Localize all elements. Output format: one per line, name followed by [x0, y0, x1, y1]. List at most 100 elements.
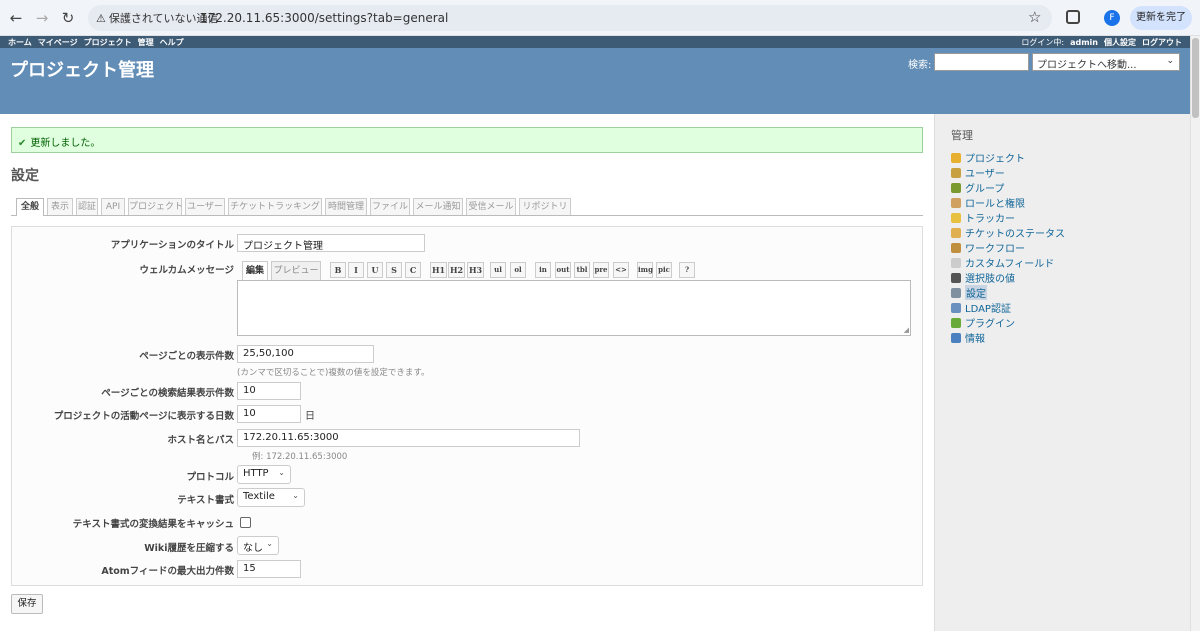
host-label: ホスト名とパス	[167, 435, 234, 446]
save-button[interactable]: 保存	[11, 594, 43, 614]
sidebar-item[interactable]: ユーザー	[951, 165, 1065, 180]
sidebar-item[interactable]: 設定	[951, 285, 1065, 300]
search-per-page-input[interactable]: 10	[237, 382, 301, 400]
settings-tab[interactable]: ユーザー	[185, 198, 225, 215]
h2-icon[interactable]: H2	[448, 262, 465, 278]
h1-icon[interactable]: H1	[430, 262, 447, 278]
sidebar-item[interactable]: ロールと権限	[951, 195, 1065, 210]
table-icon[interactable]: tbl	[574, 262, 590, 278]
sidebar-item[interactable]: グループ	[951, 180, 1065, 195]
sidebar-item-icon	[951, 212, 961, 223]
app-title-input[interactable]: プロジェクト管理	[237, 234, 425, 252]
settings-tab[interactable]: 認証	[76, 198, 98, 215]
menu-help[interactable]: ヘルプ	[160, 38, 184, 47]
indent-icon[interactable]: in	[535, 262, 551, 278]
page-scrollbar[interactable]	[1190, 36, 1200, 631]
days-unit: 日	[305, 411, 315, 422]
sidebar-item[interactable]: カスタムフィールド	[951, 255, 1065, 270]
image-icon[interactable]: img	[637, 262, 653, 278]
address-bar[interactable]: ⚠ 保護されていない通信 172.20.11.65:3000/settings?t…	[88, 5, 1052, 31]
host-input[interactable]: 172.20.11.65:3000	[237, 429, 580, 447]
link-icon[interactable]: <>	[613, 262, 629, 278]
bold-icon[interactable]: B	[330, 262, 346, 278]
outdent-icon[interactable]: out	[555, 262, 571, 278]
settings-tab[interactable]: 表示	[47, 198, 73, 215]
menu-logout[interactable]: ログアウト	[1142, 38, 1182, 47]
settings-tab[interactable]: リポジトリ	[519, 198, 571, 215]
settings-tab[interactable]: 時間管理	[325, 198, 367, 215]
sidebar-item-label: トラッカー	[965, 214, 1015, 225]
underline-icon[interactable]: U	[367, 262, 383, 278]
back-icon[interactable]: ←	[7, 9, 25, 27]
chevron-down-icon: ⌄	[292, 491, 299, 500]
sidebar-title: 管理	[951, 129, 973, 142]
text-format-select[interactable]: Textile ⌄	[237, 488, 305, 507]
atom-input[interactable]: 15	[237, 560, 301, 578]
settings-tab[interactable]: メール通知	[413, 198, 463, 215]
reload-icon[interactable]: ↻	[59, 9, 77, 27]
sidebar-item-label: 情報	[965, 334, 985, 345]
tab-edit[interactable]: 編集	[242, 261, 268, 280]
picture-icon[interactable]: pic	[656, 262, 672, 278]
logged-in-label: ログイン中:	[1021, 38, 1065, 47]
protocol-select[interactable]: HTTP ⌄	[237, 465, 291, 484]
ol-icon[interactable]: ol	[510, 262, 526, 278]
settings-tab[interactable]: プロジェクト	[128, 198, 183, 215]
welcome-textarea[interactable]: ◢	[237, 280, 911, 336]
sidebar-item[interactable]: プロジェクト	[951, 150, 1065, 165]
forward-icon[interactable]: →	[33, 9, 51, 27]
sidebar-item-icon	[951, 242, 961, 253]
sidebar-item-label: プロジェクト	[965, 154, 1025, 165]
search-input[interactable]	[934, 53, 1029, 71]
sidebar-item-icon	[951, 287, 961, 298]
menu-my-page[interactable]: マイページ	[38, 38, 78, 47]
url-text[interactable]: 172.20.11.65:3000/settings?tab=general	[200, 11, 448, 25]
italic-icon[interactable]: I	[348, 262, 364, 278]
sidebar-item-label: プラグイン	[965, 319, 1015, 330]
activity-days-input[interactable]: 10	[237, 405, 301, 423]
settings-tab[interactable]: API	[101, 198, 125, 215]
sidebar-item-label: 選択肢の値	[965, 274, 1015, 285]
code-icon[interactable]: C	[405, 262, 421, 278]
sidebar-item[interactable]: チケットのステータス	[951, 225, 1065, 240]
update-button[interactable]: 更新を完了	[1130, 6, 1192, 30]
wiki-compress-select[interactable]: なし ⌄	[237, 536, 279, 555]
flash-notice: ✔ 更新しました。	[11, 127, 923, 153]
h3-icon[interactable]: H3	[467, 262, 484, 278]
menu-my-account[interactable]: 個人設定	[1104, 38, 1136, 47]
sidebar-item[interactable]: プラグイン	[951, 315, 1065, 330]
logged-in-user[interactable]: admin	[1070, 38, 1098, 47]
profile-avatar[interactable]: F	[1104, 10, 1120, 26]
menu-home[interactable]: ホーム	[8, 38, 32, 47]
sidebar-item[interactable]: 情報	[951, 330, 1065, 345]
sidebar-item[interactable]: トラッカー	[951, 210, 1065, 225]
per-page-input[interactable]: 25,50,100	[237, 345, 374, 363]
project-jump-select[interactable]: プロジェクトへ移動... ⌄	[1032, 53, 1180, 71]
help-icon[interactable]: ?	[679, 262, 695, 278]
page-title: 設定	[11, 168, 39, 184]
sidebar-item-label: ユーザー	[965, 169, 1005, 180]
settings-tab[interactable]: ファイル	[370, 198, 410, 215]
menu-projects[interactable]: プロジェクト	[84, 38, 132, 47]
tab-preview[interactable]: プレビュー	[271, 261, 321, 280]
settings-tab[interactable]: 受信メール	[466, 198, 516, 215]
sidebar-item[interactable]: ワークフロー	[951, 240, 1065, 255]
bookmark-star-icon[interactable]: ☆	[1028, 8, 1041, 26]
strike-icon[interactable]: S	[386, 262, 402, 278]
extensions-icon[interactable]	[1066, 10, 1080, 24]
app-title-label: アプリケーションのタイトル	[110, 240, 234, 251]
pre-icon[interactable]: pre	[593, 262, 609, 278]
sidebar-item-icon	[951, 332, 961, 343]
sidebar-item-icon	[951, 197, 961, 208]
settings-tab[interactable]: 全般	[16, 198, 44, 216]
sidebar-item[interactable]: LDAP認証	[951, 300, 1065, 315]
ul-icon[interactable]: ul	[490, 262, 506, 278]
top-menu: ホーム マイページ プロジェクト 管理 ヘルプ ログイン中: admin 個人設定 ログアウト	[0, 36, 1190, 48]
sidebar-item[interactable]: 選択肢の値	[951, 270, 1065, 285]
scrollbar-thumb[interactable]	[1192, 38, 1199, 118]
resize-grip-icon[interactable]: ◢	[904, 326, 909, 334]
wiki-compress-label: Wiki履歴を圧縮する	[144, 543, 234, 554]
settings-tab[interactable]: チケットトラッキング	[228, 198, 322, 215]
cache-checkbox[interactable]	[240, 517, 251, 528]
menu-administration[interactable]: 管理	[138, 38, 154, 47]
